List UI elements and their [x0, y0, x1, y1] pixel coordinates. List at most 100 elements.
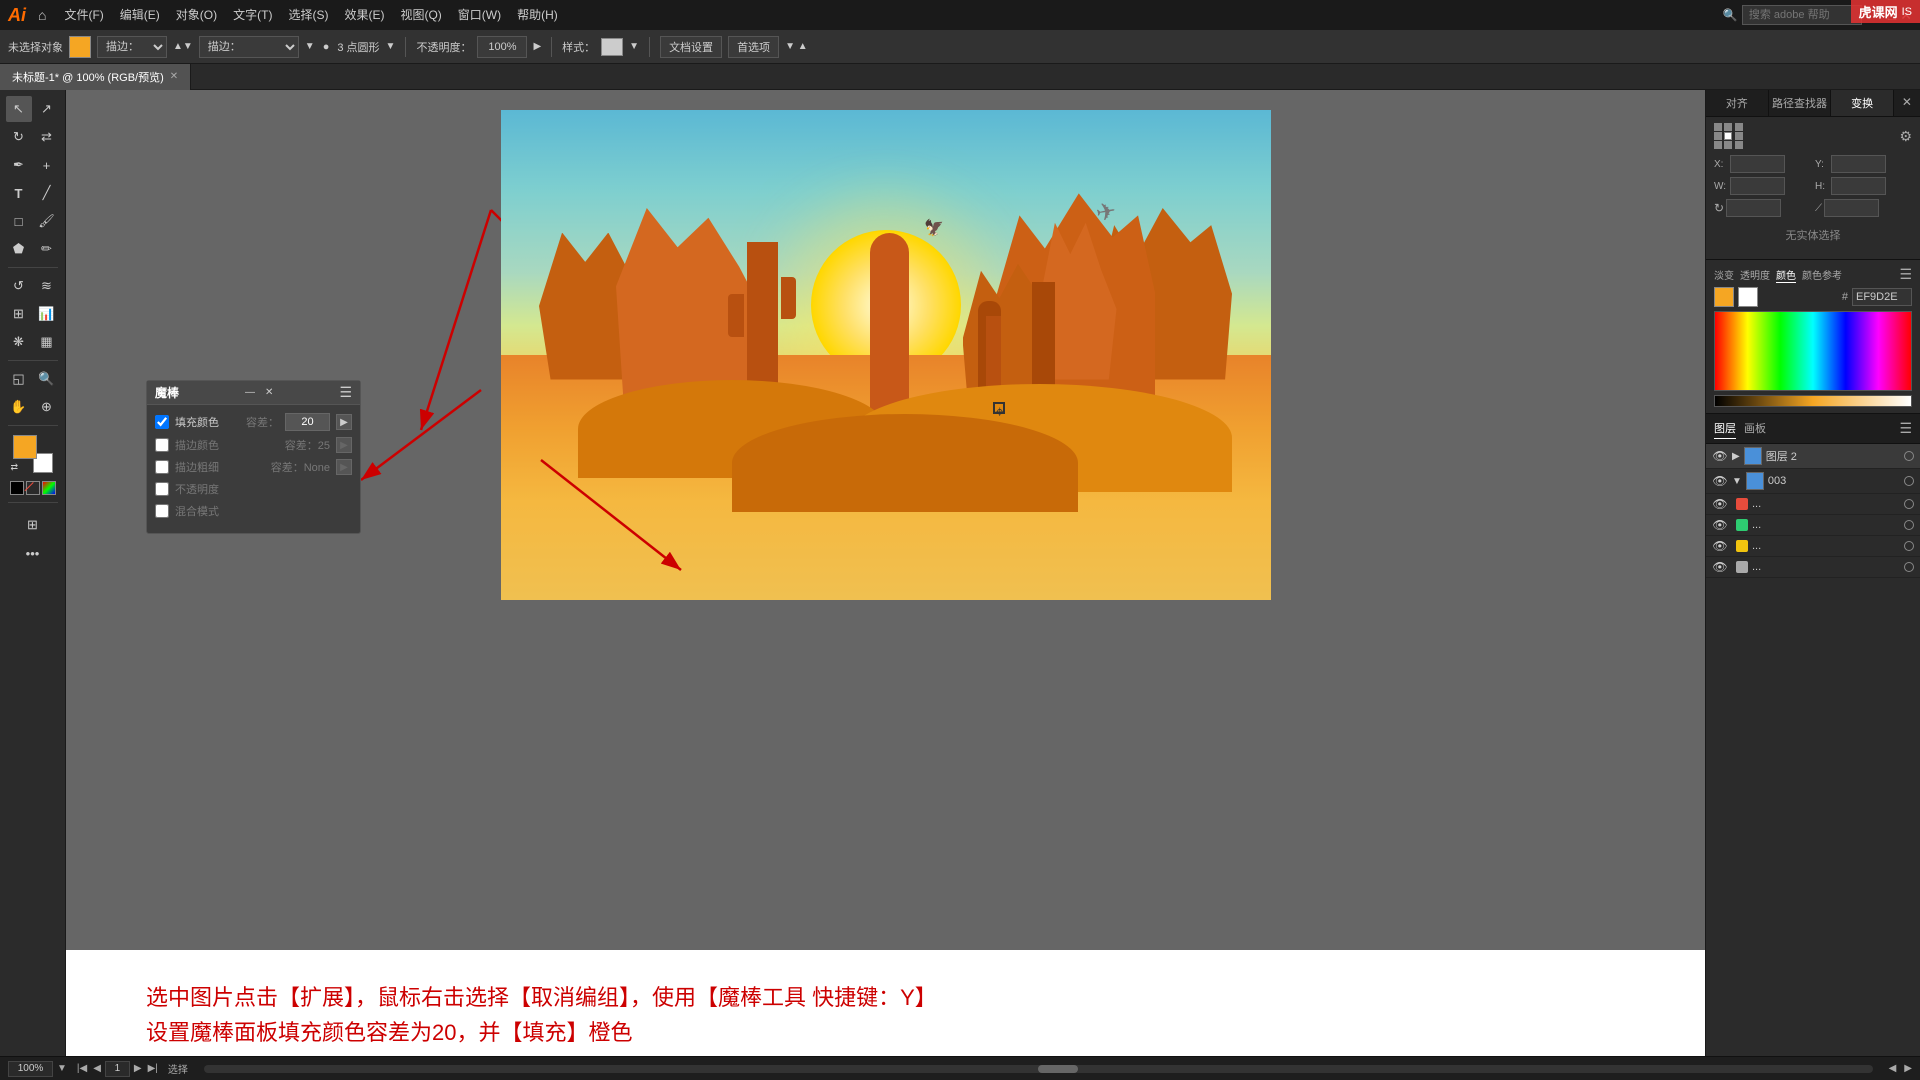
opacity-expand[interactable]: ▶	[533, 41, 541, 52]
rotation-input[interactable]	[1726, 199, 1781, 217]
panel-collapse-btn[interactable]: —	[242, 386, 258, 399]
layer-green-lock[interactable]	[1904, 520, 1914, 530]
style-expand[interactable]: ▼	[629, 41, 639, 52]
layer-red-lock[interactable]	[1904, 499, 1914, 509]
layer-red-eye-icon[interactable]: 👁	[1712, 497, 1728, 511]
transform-tab[interactable]: 变换	[1831, 90, 1894, 116]
size-expand-icon[interactable]: ▼	[386, 41, 396, 52]
rotate-tool[interactable]: ↻	[6, 124, 32, 150]
menu-effect[interactable]: 效果(E)	[338, 0, 390, 30]
menu-help[interactable]: 帮助(H)	[511, 0, 564, 30]
home-icon[interactable]: ⌂	[38, 7, 46, 23]
color-hex-input[interactable]: EF9D2E	[1852, 288, 1912, 306]
zoom2-tool[interactable]: ⊕	[34, 394, 60, 420]
opacity-input[interactable]	[477, 36, 527, 58]
layer-2-eye-icon[interactable]: 👁	[1712, 449, 1728, 463]
brush-select[interactable]: 描边：	[199, 36, 299, 58]
menu-text[interactable]: 文字(T)	[227, 0, 278, 30]
symbol-tool[interactable]: ❋	[6, 329, 32, 355]
scroll-right-btn[interactable]: ▶	[1904, 1063, 1912, 1074]
layers-panel-icon[interactable]: ⊞	[13, 512, 53, 538]
menu-object[interactable]: 对象(O)	[170, 0, 223, 30]
layer-item-green[interactable]: 👁 ...	[1706, 515, 1920, 536]
zoom-expand-icon[interactable]: ▼	[57, 1063, 67, 1074]
layer-003-eye-icon[interactable]: 👁	[1712, 474, 1728, 488]
layers-tab[interactable]: 图层	[1714, 418, 1736, 439]
page-input[interactable]	[105, 1061, 130, 1077]
pencil-tool[interactable]: ✏	[34, 236, 60, 262]
layer-2-expand-icon[interactable]: ▶	[1732, 451, 1740, 462]
horizontal-scrollbar[interactable]	[204, 1065, 1873, 1073]
layer-item-gray[interactable]: 👁 ...	[1706, 557, 1920, 578]
h-input[interactable]	[1831, 177, 1886, 195]
preferences-expand[interactable]: ▼ ▲	[785, 41, 808, 52]
fill-color-checkbox[interactable]	[155, 415, 169, 429]
opacity-checkbox[interactable]	[155, 482, 169, 496]
scale-tool[interactable]: ⊞	[6, 301, 32, 327]
stroke-color-checkbox[interactable]	[155, 438, 169, 452]
add-anchor-tool[interactable]: +	[34, 152, 60, 178]
prev-page-btn[interactable]: ◀	[91, 1063, 103, 1074]
fg-color-swatch[interactable]	[13, 435, 37, 459]
x-input[interactable]	[1730, 155, 1785, 173]
w-input[interactable]	[1730, 177, 1785, 195]
next-page-btn[interactable]: ▶	[132, 1063, 144, 1074]
color-panel-menu[interactable]: ☰	[1899, 266, 1912, 283]
pathfinder-tab[interactable]: 路径查找器	[1769, 90, 1832, 116]
menu-view[interactable]: 视图(Q)	[394, 0, 447, 30]
doc-settings-btn[interactable]: 文档设置	[660, 36, 722, 58]
stroke-expand-btn[interactable]: ▶	[336, 437, 352, 453]
shear-input[interactable]	[1824, 199, 1879, 217]
search-input[interactable]	[1742, 5, 1862, 25]
y-input[interactable]	[1831, 155, 1886, 173]
swap-colors-icon[interactable]: ⇄	[11, 462, 19, 473]
none-swatch[interactable]	[26, 481, 40, 495]
brush-expand-icon[interactable]: ▼	[305, 41, 315, 52]
layer-item-yellow[interactable]: 👁 ...	[1706, 536, 1920, 557]
color-spectrum[interactable]	[1714, 311, 1912, 391]
layers-menu-icon[interactable]: ☰	[1899, 420, 1912, 437]
stroke-width-checkbox[interactable]	[155, 460, 169, 474]
right-panel-close[interactable]: ✕	[1894, 90, 1920, 116]
zoom-tool[interactable]: 🔍	[34, 366, 60, 392]
menu-file[interactable]: 文件(F)	[58, 0, 109, 30]
more-tools[interactable]: •••	[20, 540, 46, 566]
stroke-mode-select[interactable]: 描边：	[97, 36, 167, 58]
layer-003-lock-icon[interactable]	[1904, 476, 1914, 486]
blob-brush-tool[interactable]: ⬟	[6, 236, 32, 262]
scroll-left-btn[interactable]: ◀	[1889, 1063, 1897, 1074]
document-tab[interactable]: 未标题-1* @ 100% (RGB/预览) ✕	[0, 64, 191, 90]
panel-menu-icon[interactable]: ☰	[339, 384, 352, 401]
first-page-btn[interactable]: |◀	[75, 1063, 89, 1074]
layer-003-expand-icon[interactable]: ▼	[1732, 476, 1742, 487]
panel-close-btn[interactable]: ✕	[262, 386, 276, 399]
rectangle-tool[interactable]: □	[6, 208, 32, 234]
layer-gray-eye-icon[interactable]: 👁	[1712, 560, 1728, 574]
layer-item-red[interactable]: 👁 ...	[1706, 494, 1920, 515]
hand-tool[interactable]: ✋	[6, 394, 32, 420]
fill-tolerance-input[interactable]	[285, 413, 330, 431]
reflect-tool[interactable]: ⇄	[34, 124, 60, 150]
artboard-tab[interactable]: 画板	[1744, 418, 1766, 439]
layer-item-2[interactable]: 👁 ▶ 图层 2	[1706, 444, 1920, 469]
paintbrush-tool[interactable]: 🖌	[34, 208, 60, 234]
last-page-btn[interactable]: ▶|	[146, 1063, 160, 1074]
style-swatch[interactable]	[601, 38, 623, 56]
layer-yellow-eye-icon[interactable]: 👁	[1712, 539, 1728, 553]
fill-expand-btn[interactable]: ▶	[336, 414, 352, 430]
pen-tool[interactable]: ✒	[6, 152, 32, 178]
layer-2-lock-icon[interactable]	[1904, 451, 1914, 461]
color-bg-swatch[interactable]	[1738, 287, 1758, 307]
bar-chart-tool[interactable]: 📊	[34, 301, 60, 327]
blend-mode-checkbox[interactable]	[155, 504, 169, 518]
scrollbar-thumb[interactable]	[1038, 1065, 1078, 1073]
menu-edit[interactable]: 编辑(E)	[114, 0, 166, 30]
selection-tool[interactable]: ↖	[6, 96, 32, 122]
panel-title-bar[interactable]: 魔棒 — ✕ ☰	[147, 381, 360, 405]
warp-tool[interactable]: ≋	[34, 273, 60, 299]
color-saturation-bar[interactable]	[1714, 395, 1912, 407]
layer-item-003[interactable]: 👁 ▼ 003	[1706, 469, 1920, 494]
color-fg-swatch[interactable]	[1714, 287, 1734, 307]
tab-close-icon[interactable]: ✕	[170, 71, 178, 82]
layer-green-eye-icon[interactable]: 👁	[1712, 518, 1728, 532]
